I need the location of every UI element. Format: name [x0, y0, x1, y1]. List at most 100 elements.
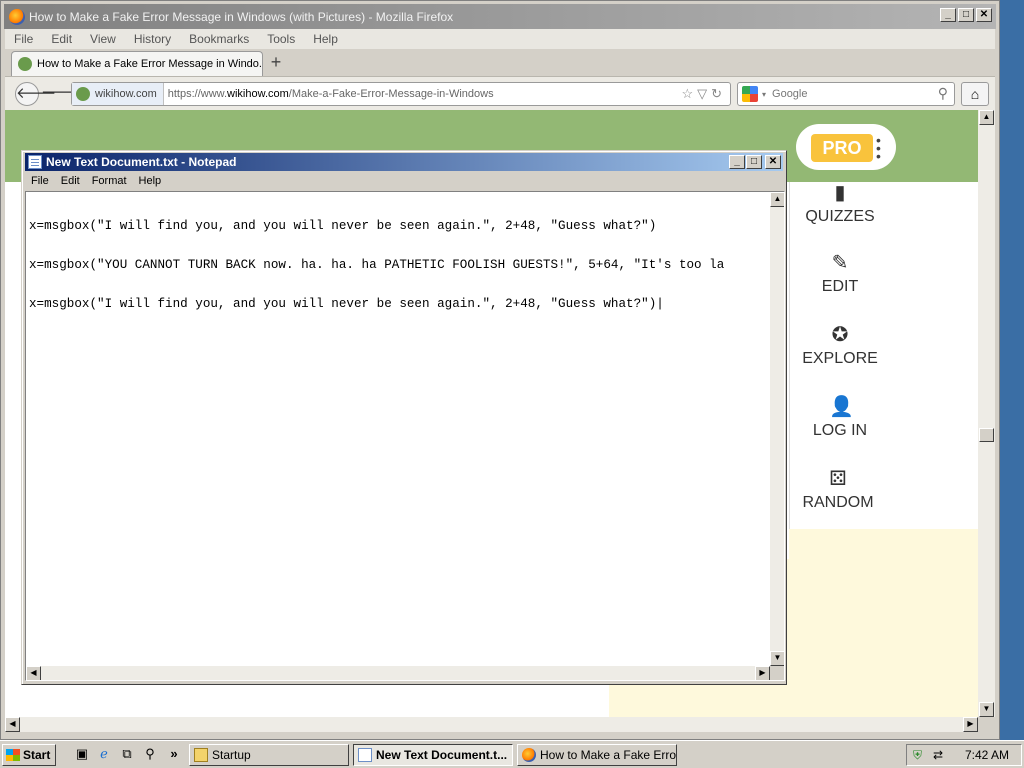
page-horizontal-scrollbar[interactable]: ◀ ▶: [5, 717, 978, 732]
nav-login-label: LOG IN: [812, 422, 868, 439]
notepad-menu-format[interactable]: Format: [86, 175, 133, 187]
menu-history[interactable]: History: [125, 32, 180, 46]
site-identity-button[interactable]: wikihow.com: [72, 83, 164, 105]
notepad-titlebar[interactable]: New Text Document.txt - Notepad _ □ ✕: [25, 153, 783, 171]
scroll-down-arrow-icon[interactable]: ▼: [979, 702, 994, 717]
scroll-right-arrow-icon[interactable]: ▶: [963, 717, 978, 732]
menu-file[interactable]: File: [5, 32, 42, 46]
nav-quizzes[interactable]: ▮ QUIZZES: [790, 182, 890, 226]
internet-explorer-icon[interactable]: ℯ: [96, 746, 112, 762]
search-bar[interactable]: ▾ Google ⚲: [737, 82, 955, 106]
scroll-thumb[interactable]: [979, 428, 994, 442]
quick-launch-more-button[interactable]: »: [166, 746, 182, 762]
page-vertical-scrollbar[interactable]: ▲ ▼: [978, 110, 995, 717]
back-button[interactable]: 🡐: [15, 82, 56, 106]
show-desktop-icon[interactable]: ▣: [74, 746, 90, 762]
search-icon[interactable]: ⚲: [938, 85, 948, 102]
user-icon: 👤: [829, 396, 854, 418]
tray-network-icon[interactable]: ⇄: [933, 748, 947, 762]
notepad-text-area[interactable]: x=msgbox("I will find you, and you will …: [25, 191, 785, 681]
taskbar-button-label: New Text Document.t...: [376, 748, 508, 762]
wikihow-favicon-icon: [18, 57, 32, 71]
text-line[interactable]: x=msgbox("I will find you, and you will …: [29, 220, 769, 233]
url-bar[interactable]: wikihow.com https://www.wikihow.com/Make…: [71, 82, 731, 106]
search-placeholder: Google: [772, 88, 808, 100]
notepad-close-button[interactable]: ✕: [765, 155, 781, 169]
menu-help[interactable]: Help: [304, 32, 347, 46]
side-nav: ▮ QUIZZES ✎ EDIT ✪ EXPLORE 👤 LOG IN ⚄ RA…: [789, 182, 978, 529]
nav-random[interactable]: ⚄ RANDOM: [788, 468, 888, 512]
close-button[interactable]: ✕: [976, 8, 992, 22]
maximize-button[interactable]: □: [958, 8, 974, 22]
google-icon[interactable]: [742, 86, 758, 102]
menu-edit[interactable]: Edit: [42, 32, 81, 46]
tray-shield-icon[interactable]: ⛨: [913, 748, 927, 762]
scroll-up-arrow-icon[interactable]: ▲: [979, 110, 994, 125]
start-label: Start: [23, 748, 51, 762]
taskbar-button-notepad[interactable]: New Text Document.t...: [353, 744, 513, 766]
notepad-scroll-down-icon[interactable]: ▼: [770, 651, 784, 666]
dice-icon: ⚄: [829, 468, 847, 490]
notepad-window: New Text Document.txt - Notepad _ □ ✕ Fi…: [21, 150, 787, 685]
firefox-titlebar[interactable]: How to Make a Fake Error Message in Wind…: [4, 4, 996, 29]
taskbar-button-label: Startup: [212, 748, 251, 762]
taskbar: Start ▣ ℯ ⧉ ⚲ » Startup New Text Documen…: [0, 740, 1024, 768]
tab-wikihow[interactable]: How to Make a Fake Error Message in Wind…: [11, 51, 263, 76]
pro-button[interactable]: PRO • • •: [796, 124, 896, 170]
menu-view[interactable]: View: [81, 32, 125, 46]
site-identity-label: wikihow.com: [95, 88, 157, 100]
notepad-icon: [358, 748, 372, 762]
taskbar-button-startup[interactable]: Startup: [189, 744, 349, 766]
url-text[interactable]: https://www.wikihow.com/Make-a-Fake-Erro…: [164, 88, 494, 100]
tab-strip: How to Make a Fake Error Message in Wind…: [5, 49, 995, 76]
navigation-toolbar: 🡐 🡒 wikihow.com https://www.wikihow.com/…: [5, 76, 995, 110]
scroll-left-arrow-icon[interactable]: ◀: [5, 717, 20, 732]
notepad-horizontal-scrollbar[interactable]: ◀ ▶: [26, 666, 770, 680]
notepad-menu-help[interactable]: Help: [133, 175, 168, 187]
nav-random-label: RANDOM: [802, 494, 874, 511]
taskbar-button-firefox[interactable]: How to Make a Fake Error...: [517, 744, 677, 766]
pencil-icon: ✎: [831, 252, 849, 274]
new-tab-button[interactable]: +: [263, 52, 289, 74]
notepad-minimize-button[interactable]: _: [729, 155, 745, 169]
notepad-scroll-left-icon[interactable]: ◀: [26, 666, 41, 680]
start-button[interactable]: Start: [2, 744, 56, 766]
taskbar-button-label: How to Make a Fake Error...: [540, 748, 677, 762]
nav-edit-label: EDIT: [821, 278, 859, 295]
menu-dots-icon[interactable]: • • •: [876, 133, 881, 163]
text-line[interactable]: x=msgbox("I will find you, and you will …: [29, 298, 769, 311]
home-button[interactable]: ⌂: [961, 82, 989, 106]
notepad-menu-file[interactable]: File: [25, 175, 55, 187]
menu-bookmarks[interactable]: Bookmarks: [180, 32, 258, 46]
pro-label: PRO: [811, 134, 873, 162]
nav-explore[interactable]: ✪ EXPLORE: [790, 324, 890, 368]
notepad-maximize-button[interactable]: □: [746, 155, 762, 169]
system-tray: ⛨ ⇄ 7:42 AM: [906, 744, 1022, 766]
nav-edit[interactable]: ✎ EDIT: [790, 252, 890, 296]
search-engine-dropdown-icon[interactable]: ▾: [762, 90, 766, 99]
windows-flag-icon: [6, 749, 20, 761]
nav-explore-label: EXPLORE: [802, 350, 878, 367]
nav-login[interactable]: 👤 LOG IN: [790, 396, 890, 440]
search-icon[interactable]: ⚲: [142, 746, 158, 762]
text-line[interactable]: x=msgbox("YOU CANNOT TURN BACK now. ha. …: [29, 259, 769, 272]
window-title: How to Make a Fake Error Message in Wind…: [29, 9, 454, 24]
clock[interactable]: 7:42 AM: [965, 748, 1009, 762]
reload-icon[interactable]: ↻: [711, 86, 726, 101]
quiz-icon: ▮: [834, 182, 846, 204]
forward-button[interactable]: 🡒: [41, 82, 81, 106]
menu-tools[interactable]: Tools: [258, 32, 304, 46]
notepad-scroll-up-icon[interactable]: ▲: [770, 192, 784, 207]
minimize-button[interactable]: _: [940, 8, 956, 22]
notepad-vertical-scrollbar[interactable]: ▲ ▼: [770, 192, 784, 666]
resize-grip-icon[interactable]: [770, 666, 784, 680]
compass-icon: ✪: [831, 324, 849, 346]
tab-title: How to Make a Fake Error Message in Wind…: [37, 58, 263, 70]
notepad-menu-edit[interactable]: Edit: [55, 175, 86, 187]
network-icon[interactable]: ⧉: [119, 746, 135, 762]
bookmark-star-icon[interactable]: ☆: [681, 86, 697, 101]
firefox-logo-icon: [9, 8, 25, 25]
firefox-icon: [522, 748, 536, 762]
notepad-scroll-right-icon[interactable]: ▶: [755, 666, 770, 680]
dropdown-icon[interactable]: ▽: [697, 86, 711, 101]
